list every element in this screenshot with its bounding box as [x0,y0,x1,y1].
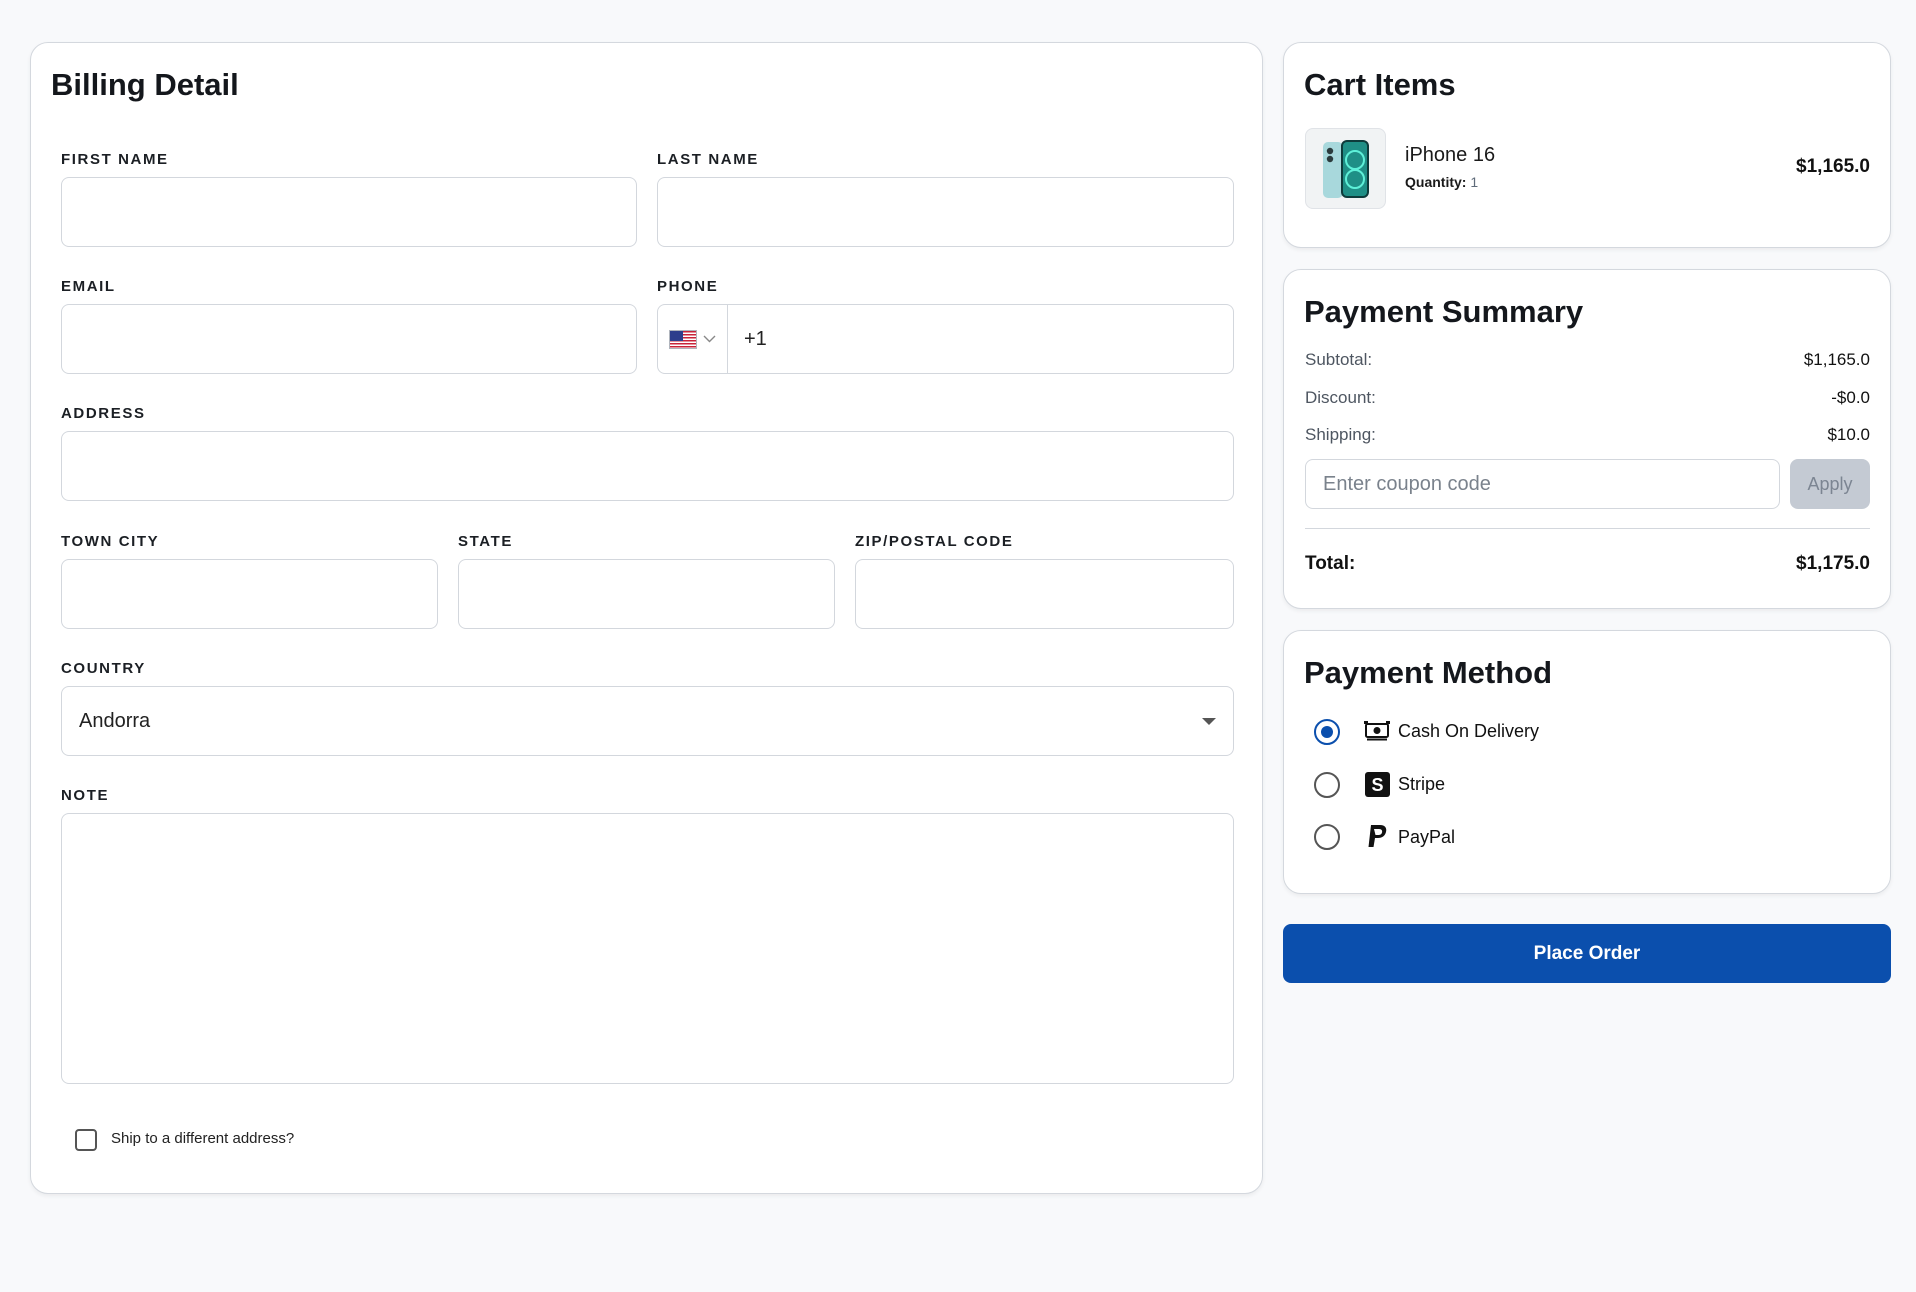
stripe-label[interactable]: Stripe [1398,774,1445,795]
cart-title: Cart Items [1304,67,1456,102]
discount-value: -$0.0 [1831,388,1870,407]
address-label: ADDRESS [61,405,146,422]
method-title: Payment Method [1304,655,1553,690]
cash-on-delivery-label[interactable]: Cash On Delivery [1398,721,1539,742]
last-name-input[interactable] [658,178,1233,246]
coupon-field[interactable] [1305,459,1780,509]
email-input[interactable] [62,305,636,373]
phone-label: PHONE [657,278,719,295]
state-field[interactable] [458,559,835,629]
subtotal-value: $1,165.0 [1803,350,1870,369]
phone-field [657,304,1234,374]
paypal-radio[interactable] [1314,824,1340,850]
shipping-row: Shipping: $10.0 [1305,425,1870,445]
quantity-label: Quantity: [1405,174,1467,190]
state-input[interactable] [459,560,834,628]
town-city-field[interactable] [61,559,438,629]
zip-input[interactable] [856,560,1233,628]
caret-down-icon [1202,718,1216,725]
stripe-icon: S [1364,771,1390,797]
first-name-label: FIRST NAME [61,151,169,168]
paypal-icon [1364,823,1390,849]
country-code-selector[interactable] [658,305,728,373]
ship-different-label[interactable]: Ship to a different address? [111,1130,294,1147]
state-label: STATE [458,533,513,550]
total-row: Total: $1,175.0 [1305,553,1870,575]
last-name-field[interactable] [657,177,1234,247]
last-name-label: LAST NAME [657,151,759,168]
country-label: COUNTRY [61,660,146,677]
zip-label: ZIP/POSTAL CODE [855,533,1014,550]
first-name-input[interactable] [62,178,636,246]
payment-summary-card: Payment Summary Subtotal: $1,165.0 Disco… [1283,269,1891,609]
total-value: $1,175.0 [1796,553,1870,574]
email-field[interactable] [61,304,637,374]
note-label: NOTE [61,787,110,804]
shipping-label: Shipping: [1305,425,1376,444]
paypal-label[interactable]: PayPal [1398,827,1455,848]
summary-title: Payment Summary [1304,294,1584,329]
first-name-field[interactable] [61,177,637,247]
apply-coupon-button[interactable]: Apply [1790,459,1870,509]
total-label: Total: [1305,553,1356,574]
cash-on-delivery-radio[interactable] [1314,719,1340,745]
subtotal-label: Subtotal: [1305,350,1373,369]
stripe-radio[interactable] [1314,772,1340,798]
note-textarea[interactable] [62,814,1233,1083]
quantity-value: 1 [1470,174,1479,190]
subtotal-row: Subtotal: $1,165.0 [1305,350,1870,370]
coupon-input[interactable] [1306,460,1779,508]
address-field[interactable] [61,431,1234,501]
ship-different-checkbox[interactable] [75,1129,97,1151]
billing-title: Billing Detail [51,67,239,102]
svg-text:S: S [1371,775,1383,795]
town-city-label: TOWN CITY [61,533,160,550]
iphone-image [1305,128,1386,209]
phone-input[interactable] [728,305,1233,373]
cart-item-quantity: Quantity: 1 [1405,174,1478,190]
email-label: EMAIL [61,278,116,295]
town-city-input[interactable] [62,560,437,628]
chevron-down-icon [703,335,716,343]
discount-row: Discount: -$0.0 [1305,388,1870,408]
summary-divider [1305,528,1870,529]
us-flag-icon [669,329,697,349]
country-value: Andorra [79,709,151,732]
cart-item-price: $1,165.0 [1796,156,1870,177]
note-field[interactable] [61,813,1234,1084]
address-input[interactable] [62,432,1233,500]
payment-method-card: Payment Method Cash On Delivery S Stripe… [1283,630,1891,894]
cart-item-name: iPhone 16 [1405,144,1496,166]
discount-label: Discount: [1305,388,1376,407]
iphone-image-icon [1322,139,1369,198]
shipping-value: $10.0 [1827,425,1870,444]
cash-icon [1364,718,1390,744]
cart-items-card: Cart Items iPhone 16 Quantity: 1 $1,165.… [1283,42,1891,248]
zip-field[interactable] [855,559,1234,629]
country-select[interactable]: Andorra [61,686,1234,756]
place-order-button[interactable]: Place Order [1283,924,1891,983]
billing-detail-card: Billing Detail FIRST NAME LAST NAME EMAI… [30,42,1263,1194]
